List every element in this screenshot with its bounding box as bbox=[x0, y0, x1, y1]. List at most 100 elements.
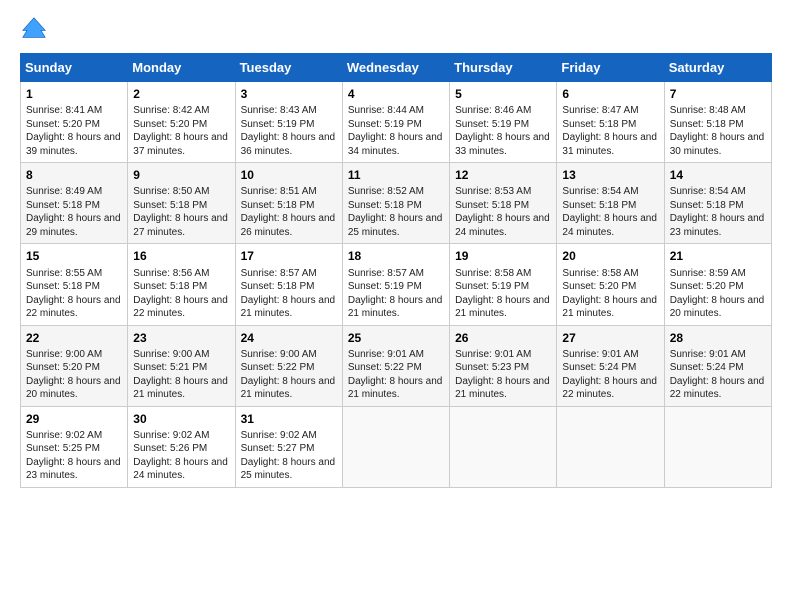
cell-content: Sunrise: 8:48 AMSunset: 5:18 PMDaylight:… bbox=[670, 104, 766, 158]
page: SundayMondayTuesdayWednesdayThursdayFrid… bbox=[0, 0, 792, 612]
day-number: 16 bbox=[133, 248, 229, 264]
day-number: 21 bbox=[670, 248, 766, 264]
calendar-cell: 22 Sunrise: 9:00 AMSunset: 5:20 PMDayligh… bbox=[21, 325, 128, 406]
cell-content: Sunrise: 8:58 AMSunset: 5:19 PMDaylight:… bbox=[455, 267, 551, 321]
cell-content: Sunrise: 9:01 AMSunset: 5:24 PMDaylight:… bbox=[562, 348, 658, 402]
header bbox=[20, 15, 772, 43]
calendar-cell: 20 Sunrise: 8:58 AMSunset: 5:20 PMDayligh… bbox=[557, 244, 664, 325]
calendar-cell: 3Sunrise: 8:43 AMSunset: 5:19 PMDaylight… bbox=[235, 82, 342, 163]
calendar-cell: 31 Sunrise: 9:02 AMSunset: 5:27 PMDayligh… bbox=[235, 406, 342, 487]
calendar-cell: 12 Sunrise: 8:53 AMSunset: 5:18 PMDayligh… bbox=[450, 163, 557, 244]
calendar-cell: 28 Sunrise: 9:01 AMSunset: 5:24 PMDayligh… bbox=[664, 325, 771, 406]
cell-content: Sunrise: 9:00 AMSunset: 5:22 PMDaylight:… bbox=[241, 348, 337, 402]
day-number: 12 bbox=[455, 167, 551, 183]
day-number: 1 bbox=[26, 86, 122, 102]
calendar-table: SundayMondayTuesdayWednesdayThursdayFrid… bbox=[20, 53, 772, 488]
cell-content: Sunrise: 8:50 AMSunset: 5:18 PMDaylight:… bbox=[133, 185, 229, 239]
day-number: 3 bbox=[241, 86, 337, 102]
logo-icon bbox=[20, 15, 48, 43]
day-number: 2 bbox=[133, 86, 229, 102]
day-number: 31 bbox=[241, 411, 337, 427]
cell-content: Sunrise: 8:59 AMSunset: 5:20 PMDaylight:… bbox=[670, 267, 766, 321]
calendar-cell: 6 Sunrise: 8:47 AMSunset: 5:18 PMDaylight… bbox=[557, 82, 664, 163]
day-number: 29 bbox=[26, 411, 122, 427]
day-number: 23 bbox=[133, 330, 229, 346]
calendar-cell: 21 Sunrise: 8:59 AMSunset: 5:20 PMDayligh… bbox=[664, 244, 771, 325]
calendar-cell: 1 Sunrise: 8:41 AMSunset: 5:20 PMDaylight… bbox=[21, 82, 128, 163]
cell-content: Sunrise: 9:02 AMSunset: 5:26 PMDaylight:… bbox=[133, 429, 229, 483]
cell-content: Sunrise: 8:56 AMSunset: 5:18 PMDaylight:… bbox=[133, 267, 229, 321]
cell-content: Sunrise: 8:47 AMSunset: 5:18 PMDaylight:… bbox=[562, 104, 658, 158]
calendar-cell: 4 Sunrise: 8:44 AMSunset: 5:19 PMDaylight… bbox=[342, 82, 449, 163]
calendar-cell: 26 Sunrise: 9:01 AMSunset: 5:23 PMDayligh… bbox=[450, 325, 557, 406]
calendar-cell: 30 Sunrise: 9:02 AMSunset: 5:26 PMDayligh… bbox=[128, 406, 235, 487]
calendar-cell: 10Sunrise: 8:51 AMSunset: 5:18 PMDayligh… bbox=[235, 163, 342, 244]
cell-content: Sunrise: 9:02 AMSunset: 5:27 PMDaylight:… bbox=[241, 429, 337, 483]
calendar-cell: 9 Sunrise: 8:50 AMSunset: 5:18 PMDaylight… bbox=[128, 163, 235, 244]
calendar-row-3: 15 Sunrise: 8:55 AMSunset: 5:18 PMDayligh… bbox=[21, 244, 772, 325]
cell-content: Sunrise: 8:44 AMSunset: 5:19 PMDaylight:… bbox=[348, 104, 444, 158]
day-number: 22 bbox=[26, 330, 122, 346]
cell-content: Sunrise: 8:53 AMSunset: 5:18 PMDaylight:… bbox=[455, 185, 551, 239]
col-header-sunday: Sunday bbox=[21, 54, 128, 82]
col-header-monday: Monday bbox=[128, 54, 235, 82]
col-header-thursday: Thursday bbox=[450, 54, 557, 82]
day-number: 8 bbox=[26, 167, 122, 183]
cell-content: Sunrise: 8:52 AMSunset: 5:18 PMDaylight:… bbox=[348, 185, 444, 239]
cell-content: Sunrise: 8:57 AMSunset: 5:18 PMDaylight:… bbox=[241, 267, 337, 321]
day-number: 28 bbox=[670, 330, 766, 346]
calendar-cell: 18 Sunrise: 8:57 AMSunset: 5:19 PMDayligh… bbox=[342, 244, 449, 325]
cell-content: Sunrise: 8:41 AMSunset: 5:20 PMDaylight:… bbox=[26, 104, 122, 158]
cell-content: Sunrise: 9:01 AMSunset: 5:22 PMDaylight:… bbox=[348, 348, 444, 402]
calendar-cell: 5 Sunrise: 8:46 AMSunset: 5:19 PMDaylight… bbox=[450, 82, 557, 163]
cell-content: Sunrise: 8:55 AMSunset: 5:18 PMDaylight:… bbox=[26, 267, 122, 321]
calendar-cell: 13Sunrise: 8:54 AMSunset: 5:18 PMDayligh… bbox=[557, 163, 664, 244]
day-number: 19 bbox=[455, 248, 551, 264]
day-number: 30 bbox=[133, 411, 229, 427]
calendar-cell: 15 Sunrise: 8:55 AMSunset: 5:18 PMDayligh… bbox=[21, 244, 128, 325]
cell-content: Sunrise: 9:00 AMSunset: 5:20 PMDaylight:… bbox=[26, 348, 122, 402]
cell-content: Sunrise: 8:58 AMSunset: 5:20 PMDaylight:… bbox=[562, 267, 658, 321]
day-number: 27 bbox=[562, 330, 658, 346]
calendar-row-2: 8Sunrise: 8:49 AMSunset: 5:18 PMDaylight… bbox=[21, 163, 772, 244]
calendar-cell: 29 Sunrise: 9:02 AMSunset: 5:25 PMDayligh… bbox=[21, 406, 128, 487]
calendar-row-1: 1 Sunrise: 8:41 AMSunset: 5:20 PMDaylight… bbox=[21, 82, 772, 163]
day-number: 15 bbox=[26, 248, 122, 264]
calendar-row-4: 22 Sunrise: 9:00 AMSunset: 5:20 PMDayligh… bbox=[21, 325, 772, 406]
cell-content: Sunrise: 8:54 AMSunset: 5:18 PMDaylight:… bbox=[562, 185, 658, 239]
day-number: 25 bbox=[348, 330, 444, 346]
cell-content: Sunrise: 8:57 AMSunset: 5:19 PMDaylight:… bbox=[348, 267, 444, 321]
day-number: 4 bbox=[348, 86, 444, 102]
calendar-cell: 25 Sunrise: 9:01 AMSunset: 5:22 PMDayligh… bbox=[342, 325, 449, 406]
cell-content: Sunrise: 8:46 AMSunset: 5:19 PMDaylight:… bbox=[455, 104, 551, 158]
day-number: 5 bbox=[455, 86, 551, 102]
calendar-cell: 11 Sunrise: 8:52 AMSunset: 5:18 PMDayligh… bbox=[342, 163, 449, 244]
cell-content: Sunrise: 9:02 AMSunset: 5:25 PMDaylight:… bbox=[26, 429, 122, 483]
day-number: 18 bbox=[348, 248, 444, 264]
calendar-cell: 17 Sunrise: 8:57 AMSunset: 5:18 PMDayligh… bbox=[235, 244, 342, 325]
day-number: 26 bbox=[455, 330, 551, 346]
col-header-wednesday: Wednesday bbox=[342, 54, 449, 82]
calendar-row-5: 29 Sunrise: 9:02 AMSunset: 5:25 PMDayligh… bbox=[21, 406, 772, 487]
cell-content: Sunrise: 9:01 AMSunset: 5:24 PMDaylight:… bbox=[670, 348, 766, 402]
calendar-cell bbox=[557, 406, 664, 487]
calendar-cell bbox=[664, 406, 771, 487]
cell-content: Sunrise: 9:01 AMSunset: 5:23 PMDaylight:… bbox=[455, 348, 551, 402]
cell-content: Sunrise: 8:42 AMSunset: 5:20 PMDaylight:… bbox=[133, 104, 229, 158]
col-header-saturday: Saturday bbox=[664, 54, 771, 82]
calendar-cell: 27 Sunrise: 9:01 AMSunset: 5:24 PMDayligh… bbox=[557, 325, 664, 406]
day-number: 14 bbox=[670, 167, 766, 183]
logo bbox=[20, 15, 52, 43]
day-number: 6 bbox=[562, 86, 658, 102]
calendar-cell bbox=[342, 406, 449, 487]
day-number: 9 bbox=[133, 167, 229, 183]
cell-content: Sunrise: 8:54 AMSunset: 5:18 PMDaylight:… bbox=[670, 185, 766, 239]
day-number: 17 bbox=[241, 248, 337, 264]
calendar-cell: 2 Sunrise: 8:42 AMSunset: 5:20 PMDaylight… bbox=[128, 82, 235, 163]
calendar-cell: 7Sunrise: 8:48 AMSunset: 5:18 PMDaylight… bbox=[664, 82, 771, 163]
calendar-cell: 23Sunrise: 9:00 AMSunset: 5:21 PMDayligh… bbox=[128, 325, 235, 406]
calendar-header-row: SundayMondayTuesdayWednesdayThursdayFrid… bbox=[21, 54, 772, 82]
calendar-cell: 14 Sunrise: 8:54 AMSunset: 5:18 PMDayligh… bbox=[664, 163, 771, 244]
day-number: 20 bbox=[562, 248, 658, 264]
day-number: 11 bbox=[348, 167, 444, 183]
